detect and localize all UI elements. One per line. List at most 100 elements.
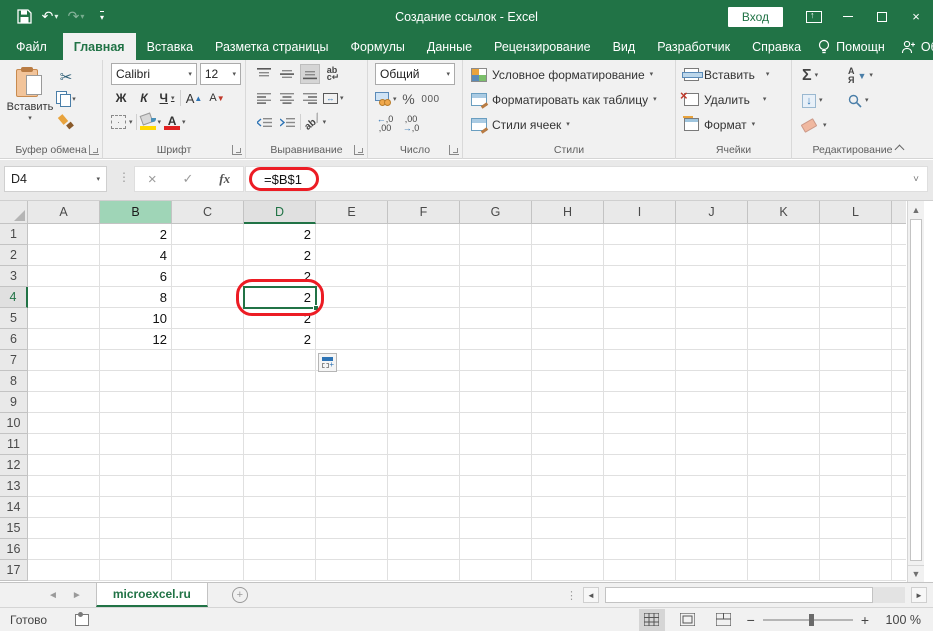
format-cells-button[interactable]: Формат▾ <box>680 112 787 137</box>
cell-F10[interactable] <box>388 413 460 434</box>
cell-D15[interactable] <box>244 518 316 539</box>
cell-A16[interactable] <box>28 539 100 560</box>
cell-C13[interactable] <box>172 476 244 497</box>
cell-L3[interactable] <box>820 266 892 287</box>
row-header-10[interactable]: 10 <box>0 413 28 434</box>
copy-button[interactable]: ▾ <box>56 89 76 109</box>
cell-J2[interactable] <box>676 245 748 266</box>
column-header-L[interactable]: L <box>820 201 892 224</box>
close-button[interactable]: × <box>899 0 933 33</box>
cell-E2[interactable] <box>316 245 388 266</box>
align-bottom-button[interactable] <box>300 64 320 84</box>
cell-J10[interactable] <box>676 413 748 434</box>
tab-формулы[interactable]: Формулы <box>339 33 415 60</box>
tab-разработчик[interactable]: Разработчик <box>646 33 741 60</box>
cell-C7[interactable] <box>172 350 244 371</box>
cell-K3[interactable] <box>748 266 820 287</box>
cell-D7[interactable] <box>244 350 316 371</box>
cell-H8[interactable] <box>532 371 604 392</box>
cell-I17[interactable] <box>604 560 676 581</box>
cell-E5[interactable] <box>316 308 388 329</box>
cell-L12[interactable] <box>820 455 892 476</box>
cell-D4[interactable]: 2 <box>244 287 316 308</box>
align-right-button[interactable] <box>300 88 320 108</box>
zoom-in-icon[interactable]: + <box>861 612 869 628</box>
enter-icon[interactable]: ✓ <box>183 171 194 187</box>
cell-L6[interactable] <box>820 329 892 350</box>
row-header-8[interactable]: 8 <box>0 371 28 392</box>
row-header-13[interactable]: 13 <box>0 476 28 497</box>
cell-G14[interactable] <box>460 497 532 518</box>
increase-decimal-button[interactable]: ←,0,00 <box>375 114 395 134</box>
cell-J7[interactable] <box>676 350 748 371</box>
cell-E12[interactable] <box>316 455 388 476</box>
ribbon-display-options-button[interactable] <box>797 0 831 33</box>
cell-L11[interactable] <box>820 434 892 455</box>
cell-E8[interactable] <box>316 371 388 392</box>
customize-qat-button[interactable]: ▾ <box>90 5 114 29</box>
row-header-12[interactable]: 12 <box>0 455 28 476</box>
delete-cells-button[interactable]: Удалить▾ <box>680 87 787 112</box>
cell-I14[interactable] <box>604 497 676 518</box>
row-header-14[interactable]: 14 <box>0 497 28 518</box>
accounting-format-button[interactable]: ▾ <box>375 89 397 109</box>
maximize-button[interactable] <box>865 0 899 33</box>
cell-J1[interactable] <box>676 224 748 245</box>
scroll-up-icon[interactable]: ▲ <box>908 201 924 218</box>
horizontal-scroll-track[interactable] <box>605 587 905 603</box>
autosum-button[interactable]: Σ▾ <box>802 67 848 85</box>
cell-E9[interactable] <box>316 392 388 413</box>
tab-данные[interactable]: Данные <box>416 33 483 60</box>
cell-G16[interactable] <box>460 539 532 560</box>
cell-B15[interactable] <box>100 518 172 539</box>
cell-D1[interactable]: 2 <box>244 224 316 245</box>
cell-G6[interactable] <box>460 329 532 350</box>
cell-K8[interactable] <box>748 371 820 392</box>
cell-B2[interactable]: 4 <box>100 245 172 266</box>
minimize-button[interactable] <box>831 0 865 33</box>
cell-C2[interactable] <box>172 245 244 266</box>
cell-B1[interactable]: 2 <box>100 224 172 245</box>
cell-E11[interactable] <box>316 434 388 455</box>
cell-B12[interactable] <box>100 455 172 476</box>
cell-L10[interactable] <box>820 413 892 434</box>
decrease-decimal-button[interactable]: ,00→,0 <box>401 114 421 134</box>
paste-button[interactable]: Вставить ▾ <box>4 63 56 140</box>
cell-A11[interactable] <box>28 434 100 455</box>
font-name-combo[interactable]: Calibri▾ <box>111 63 197 85</box>
cell-G13[interactable] <box>460 476 532 497</box>
scroll-right-icon[interactable]: ► <box>911 587 927 603</box>
tab-вставка[interactable]: Вставка <box>136 33 204 60</box>
cancel-icon[interactable]: × <box>148 171 157 188</box>
page-break-view-button[interactable] <box>711 609 737 631</box>
cell-C1[interactable] <box>172 224 244 245</box>
cell-E4[interactable] <box>316 287 388 308</box>
tab-splitter-icon[interactable]: ⋮ <box>566 589 577 602</box>
cell-J6[interactable] <box>676 329 748 350</box>
cell-J11[interactable] <box>676 434 748 455</box>
cell-F16[interactable] <box>388 539 460 560</box>
cell-F6[interactable] <box>388 329 460 350</box>
cell-F3[interactable] <box>388 266 460 287</box>
row-header-4[interactable]: 4 <box>0 287 28 308</box>
tab-разметка-страницы[interactable]: Разметка страницы <box>204 33 339 60</box>
cell-B7[interactable] <box>100 350 172 371</box>
cell-B9[interactable] <box>100 392 172 413</box>
cell-K11[interactable] <box>748 434 820 455</box>
cell-F15[interactable] <box>388 518 460 539</box>
sort-filter-button[interactable]: АЯ▼▾ <box>848 67 892 83</box>
cell-J4[interactable] <box>676 287 748 308</box>
cell-B4[interactable]: 8 <box>100 287 172 308</box>
name-box-dropdown-icon[interactable]: ▾ <box>96 176 100 183</box>
row-header-15[interactable]: 15 <box>0 518 28 539</box>
cell-D11[interactable] <box>244 434 316 455</box>
cell-F8[interactable] <box>388 371 460 392</box>
row-header-17[interactable]: 17 <box>0 560 28 581</box>
cell-C9[interactable] <box>172 392 244 413</box>
cell-A12[interactable] <box>28 455 100 476</box>
cell-D12[interactable] <box>244 455 316 476</box>
cell-I13[interactable] <box>604 476 676 497</box>
cell-G10[interactable] <box>460 413 532 434</box>
cell-I3[interactable] <box>604 266 676 287</box>
cell-A15[interactable] <box>28 518 100 539</box>
